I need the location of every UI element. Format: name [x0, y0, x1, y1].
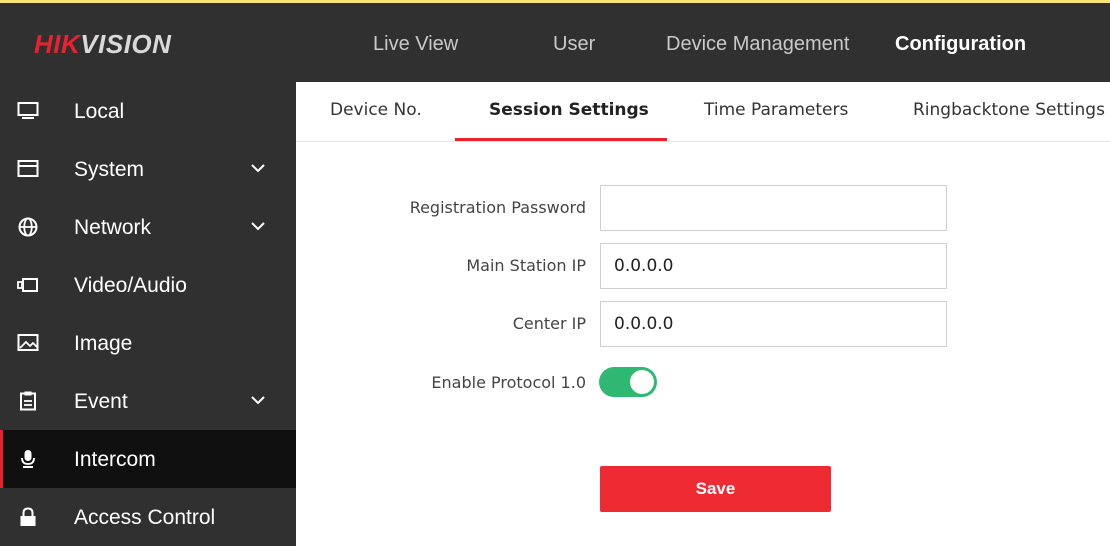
- tab-device-no[interactable]: Device No.: [330, 100, 422, 120]
- sidebar-item-access-control[interactable]: Access Control: [0, 488, 296, 546]
- chevron-down-icon[interactable]: [251, 396, 265, 405]
- logo-text-hik: HIK: [34, 29, 81, 59]
- chevron-down-icon[interactable]: [251, 164, 265, 173]
- top-bar: HIKVISION Live View User Device Manageme…: [0, 0, 1110, 82]
- sidebar-item-label: Video/Audio: [74, 274, 187, 297]
- registration-password-label: Registration Password: [409, 198, 586, 217]
- main-station-ip-label: Main Station IP: [466, 256, 586, 275]
- lock-icon: [20, 507, 36, 526]
- video-audio-icon: [17, 278, 38, 292]
- sidebar-item-label: Local: [74, 100, 125, 123]
- tab-bar: Device No. Session Settings Time Paramet…: [296, 82, 1110, 142]
- nav-user[interactable]: User: [553, 33, 595, 56]
- registration-password-input[interactable]: [600, 185, 947, 231]
- sidebar-item-video-audio[interactable]: Video/Audio: [0, 256, 296, 314]
- sidebar-item-system[interactable]: System: [0, 140, 296, 198]
- microphone-icon: [21, 450, 35, 468]
- sidebar-item-local[interactable]: Local: [0, 82, 296, 140]
- active-tab-indicator: [455, 138, 667, 141]
- sidebar-item-label: Image: [74, 332, 133, 355]
- main-station-ip-input[interactable]: [600, 243, 947, 289]
- center-ip-label: Center IP: [512, 314, 586, 333]
- save-button[interactable]: Save: [600, 466, 831, 512]
- sidebar: Local System Network Video/Audio Image E…: [0, 82, 296, 546]
- toggle-knob: [630, 370, 654, 394]
- hikvision-logo: HIKVISION: [34, 29, 171, 60]
- tab-session-settings[interactable]: Session Settings: [489, 100, 649, 120]
- chevron-down-icon[interactable]: [251, 222, 265, 231]
- sidebar-item-label: Event: [74, 390, 128, 413]
- nav-configuration[interactable]: Configuration: [895, 33, 1026, 56]
- clipboard-icon: [20, 391, 36, 411]
- image-icon: [17, 334, 39, 351]
- sidebar-item-label: System: [74, 158, 145, 181]
- sidebar-item-label: Network: [74, 216, 152, 239]
- sidebar-item-event[interactable]: Event: [0, 372, 296, 430]
- system-window-icon: [17, 160, 39, 177]
- sidebar-item-network[interactable]: Network: [0, 198, 296, 256]
- nav-device-management[interactable]: Device Management: [666, 33, 849, 56]
- tab-ringbacktone-settings[interactable]: Ringbacktone Settings: [913, 100, 1105, 120]
- logo-text-vision: VISION: [80, 29, 172, 59]
- tab-time-parameters[interactable]: Time Parameters: [704, 100, 848, 120]
- sidebar-item-image[interactable]: Image: [0, 314, 296, 372]
- monitor-icon: [17, 102, 39, 119]
- globe-icon: [18, 217, 38, 237]
- center-ip-input[interactable]: [600, 301, 947, 347]
- enable-protocol-label: Enable Protocol 1.0: [431, 373, 586, 392]
- nav-live-view[interactable]: Live View: [373, 33, 458, 56]
- enable-protocol-toggle[interactable]: [599, 367, 657, 397]
- sidebar-item-label: Intercom: [74, 448, 156, 471]
- sidebar-item-label: Access Control: [74, 506, 216, 529]
- sidebar-item-intercom[interactable]: Intercom: [0, 430, 296, 488]
